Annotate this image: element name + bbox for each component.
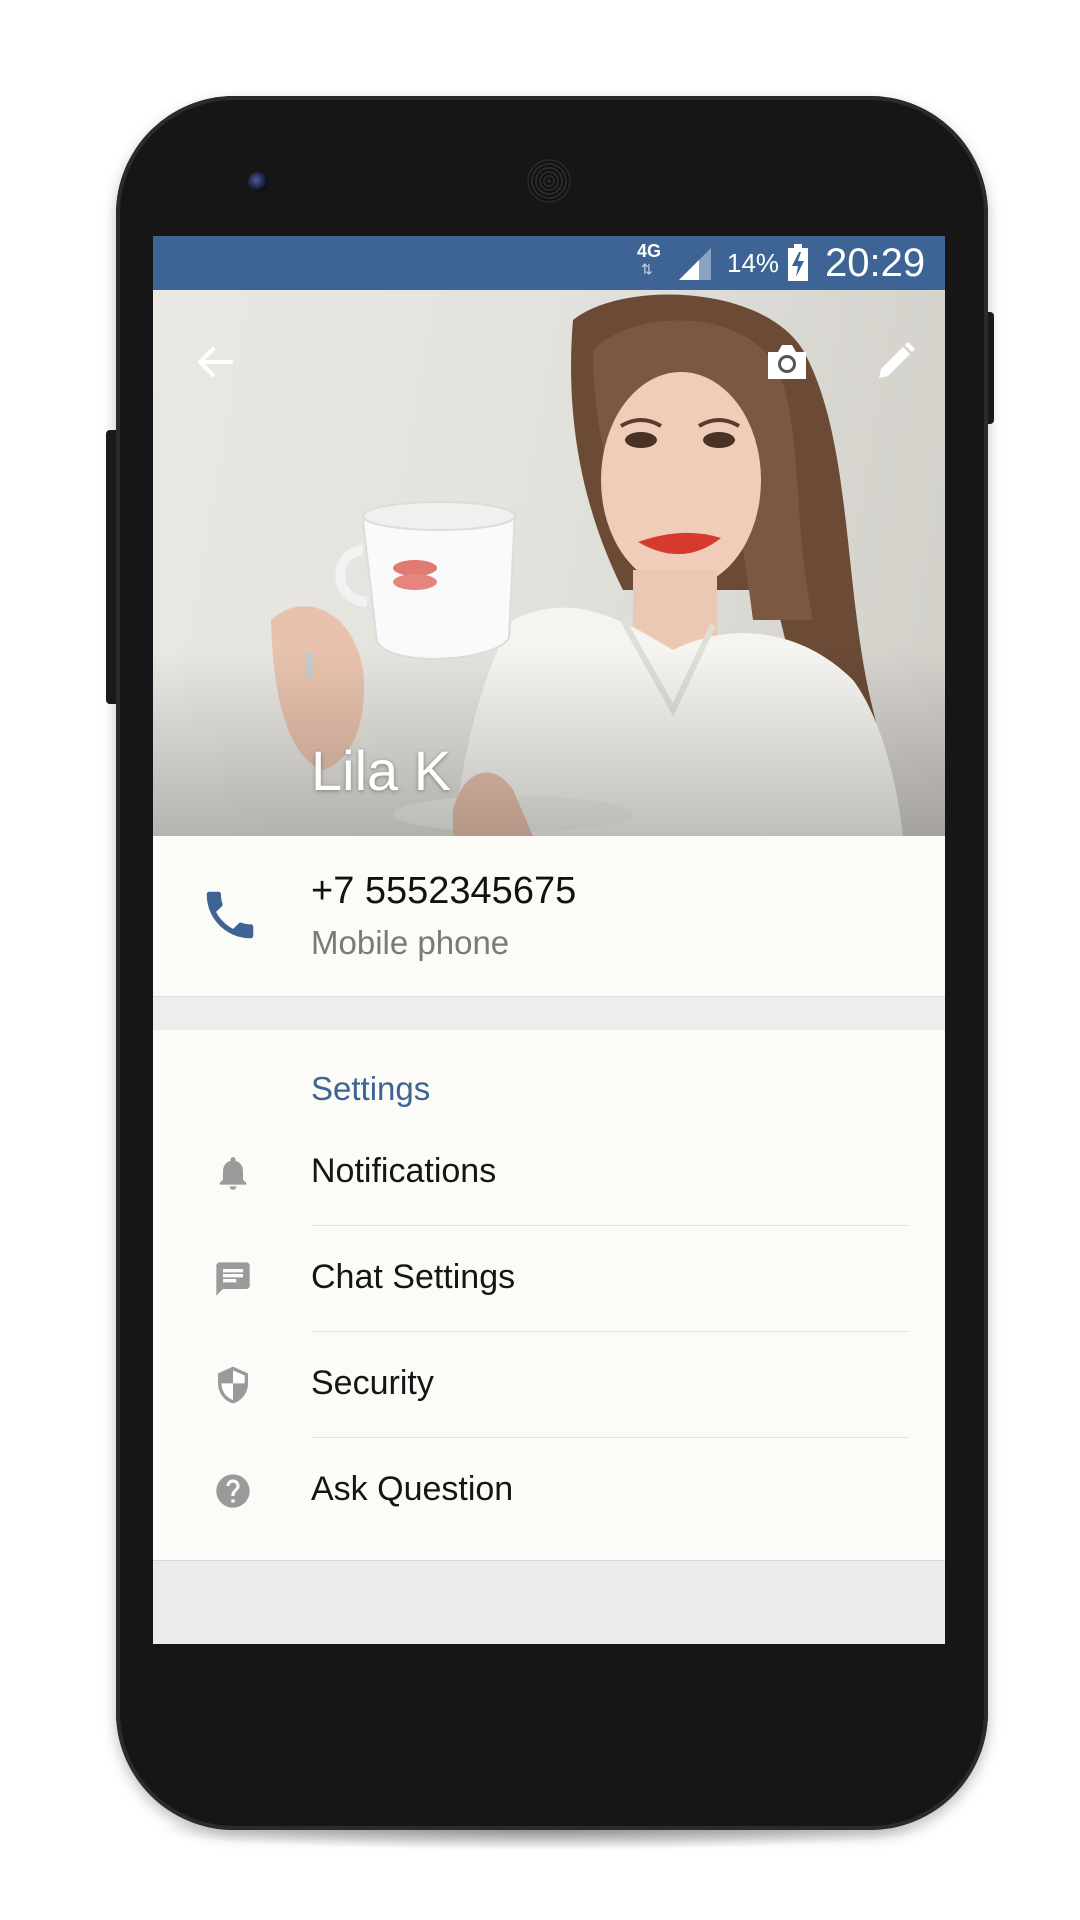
settings-item-label: Security <box>311 1364 434 1402</box>
battery-percent: 14% <box>727 248 780 278</box>
phone-number: +7 5552345675 <box>311 870 577 912</box>
clock: 20:29 <box>825 241 926 285</box>
pencil-icon <box>879 342 915 378</box>
screen: 4G ⇅ 14% 20:29 Lila K +7 5552345675 Mobi… <box>153 236 945 1644</box>
camera-icon <box>768 345 806 379</box>
settings-item-ask-question[interactable]: Ask Question <box>153 1438 945 1544</box>
settings-item-label: Ask Question <box>311 1470 514 1508</box>
section-divider <box>153 996 945 1031</box>
shield-icon <box>218 1366 248 1404</box>
settings-item-notifications[interactable]: Notifications <box>153 1120 945 1226</box>
profile-header: Lila K <box>153 290 945 836</box>
volume-button <box>106 430 116 704</box>
phone-type-label: Mobile phone <box>311 924 510 961</box>
bottom-spacer <box>153 1560 945 1644</box>
bell-icon <box>219 1157 247 1190</box>
settings-item-chat-settings[interactable]: Chat Settings <box>153 1226 945 1332</box>
settings-item-label: Notifications <box>311 1152 497 1190</box>
status-bar: 4G ⇅ 14% 20:29 <box>153 236 945 290</box>
earpiece-speaker <box>527 159 571 203</box>
change-photo-button[interactable] <box>755 330 819 394</box>
battery-charging-icon <box>788 244 808 281</box>
help-icon <box>216 1474 250 1508</box>
network-type: 4G <box>637 241 662 261</box>
data-activity-icon: ⇅ <box>641 261 653 277</box>
settings-item-label: Chat Settings <box>311 1258 516 1296</box>
phone-number-row[interactable]: +7 5552345675 Mobile phone <box>153 836 945 996</box>
header-gradient <box>153 650 945 836</box>
settings-header: Settings <box>311 1070 431 1107</box>
back-button[interactable] <box>183 330 247 394</box>
chat-icon <box>216 1262 250 1296</box>
edit-contact-button[interactable] <box>863 330 927 394</box>
signal-icon <box>679 248 711 280</box>
contact-name: Lila K <box>311 739 452 802</box>
settings-section: Settings Notifications Chat Settings Sec… <box>153 1030 945 1560</box>
back-arrow-icon <box>198 347 233 377</box>
phone-icon <box>206 891 254 939</box>
front-camera <box>248 172 268 192</box>
settings-item-security[interactable]: Security <box>153 1332 945 1438</box>
